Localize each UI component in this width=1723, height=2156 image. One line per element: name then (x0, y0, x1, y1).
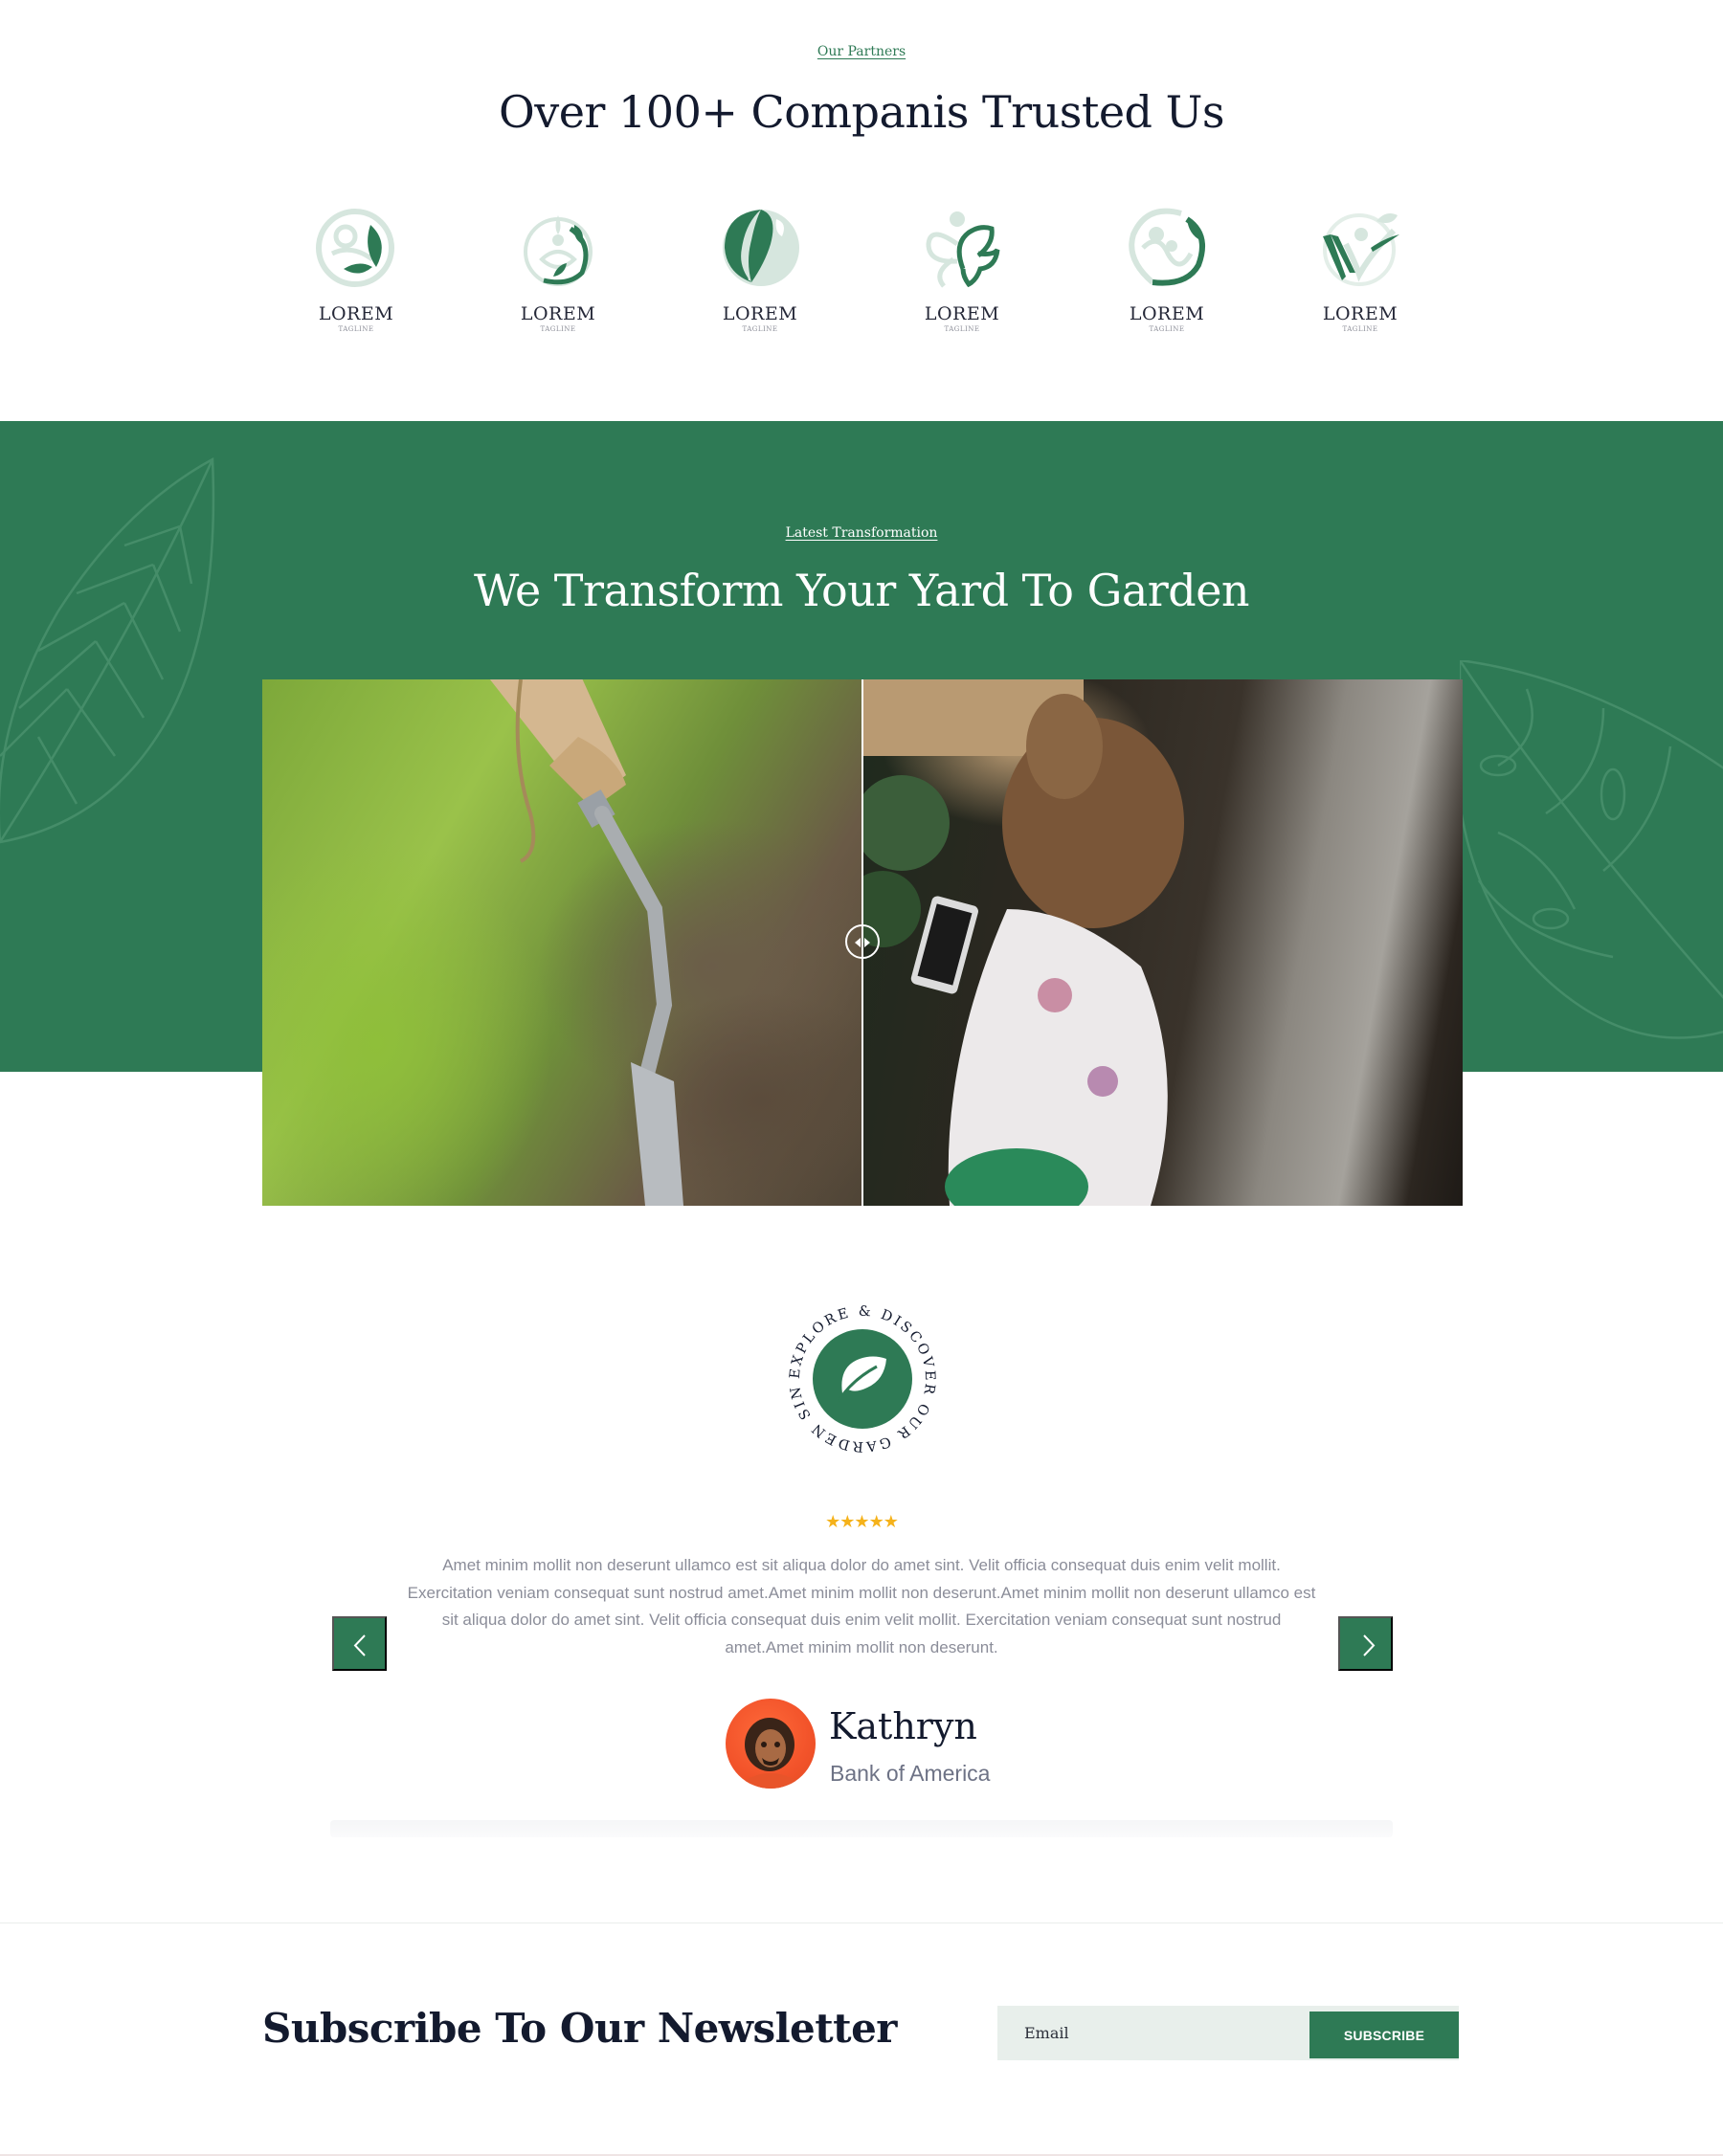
email-input[interactable] (997, 2006, 1309, 2060)
logo-name: LOREM (318, 303, 394, 324)
arrow-right-icon (864, 938, 870, 947)
infinity-family-logo-icon (1129, 208, 1205, 286)
logo-tagline: TAGLINE (1342, 325, 1378, 333)
leaf-outline-decoration-icon (0, 456, 215, 844)
rating-stars: ★★★★★ (825, 1512, 899, 1532)
monstera-leaf-decoration-icon (1460, 660, 1723, 1039)
explore-discover-badge: EXPLORE & DISCOVER OUR GARDEN SINCE 1997… (785, 1301, 935, 1454)
author-avatar (726, 1699, 816, 1789)
next-testimonial-button[interactable] (1338, 1616, 1393, 1671)
logo-tagline: TAGLINE (338, 325, 374, 333)
victory-figure-logo-icon (1323, 213, 1399, 286)
garden-trowel-icon (489, 679, 683, 1206)
testimonial-quote: Amet minim mollit non deserunt ullamco e… (407, 1556, 1316, 1656)
comparison-drag-handle[interactable] (845, 924, 880, 959)
subscribe-button[interactable]: SUBSCRIBE (1309, 2012, 1459, 2058)
leaf-circle-logo-icon (723, 210, 799, 286)
partner-logo[interactable]: LOREM TAGLINE (501, 206, 615, 340)
logo-name: LOREM (520, 303, 596, 324)
partners-title: Over 100+ Companis Trusted Us (499, 86, 1225, 138)
logo-name: LOREM (1322, 303, 1399, 324)
lotus-figure-logo-icon (524, 215, 593, 286)
girl-with-phone-icon (844, 679, 1184, 1206)
logo-name: LOREM (1129, 303, 1205, 324)
newsletter-form: SUBSCRIBE (997, 2006, 1459, 2060)
partner-logo[interactable]: LOREM TAGLINE (1303, 206, 1418, 340)
author-company: Bank of America (830, 1761, 991, 1786)
partner-logo[interactable]: LOREM TAGLINE (905, 206, 1019, 340)
newsletter-title: Subscribe To Our Newsletter (262, 2005, 897, 2052)
partner-logo[interactable]: LOREM TAGLINE (299, 206, 414, 340)
partners-eyebrow-link[interactable]: Our Partners (0, 44, 1723, 59)
previous-testimonial-button[interactable] (332, 1616, 387, 1671)
after-image (844, 679, 1463, 1206)
logo-name: LOREM (924, 303, 1000, 324)
before-after-comparison[interactable] (262, 679, 1463, 1206)
arrow-left-icon (855, 938, 861, 947)
testimonial-card-edge (330, 1820, 1393, 1837)
before-image (262, 679, 862, 1206)
logo-tagline: TAGLINE (944, 325, 980, 333)
partner-logo[interactable]: LOREM TAGLINE (1109, 206, 1224, 340)
person-avatar-icon (742, 1718, 799, 1789)
logo-tagline: TAGLINE (1149, 325, 1185, 333)
chevron-left-icon (353, 1634, 366, 1656)
yoga-leaf-logo-icon (316, 209, 394, 287)
author-name: Kathryn (829, 1705, 977, 1747)
butterfly-figure-logo-icon (926, 211, 1000, 288)
partner-logo[interactable]: LOREM TAGLINE (703, 206, 817, 340)
logo-tagline: TAGLINE (742, 325, 778, 333)
partner-logos: LOREM TAGLINE LOREM TAGLINE LOREM TAGLIN… (0, 206, 1723, 349)
logo-name: LOREM (722, 303, 798, 324)
transformation-eyebrow-link[interactable]: Latest Transformation (0, 525, 1723, 541)
chevron-right-icon (1363, 1634, 1376, 1656)
transformation-title: We Transform Your Yard To Garden (473, 565, 1250, 616)
logo-tagline: TAGLINE (540, 325, 576, 333)
